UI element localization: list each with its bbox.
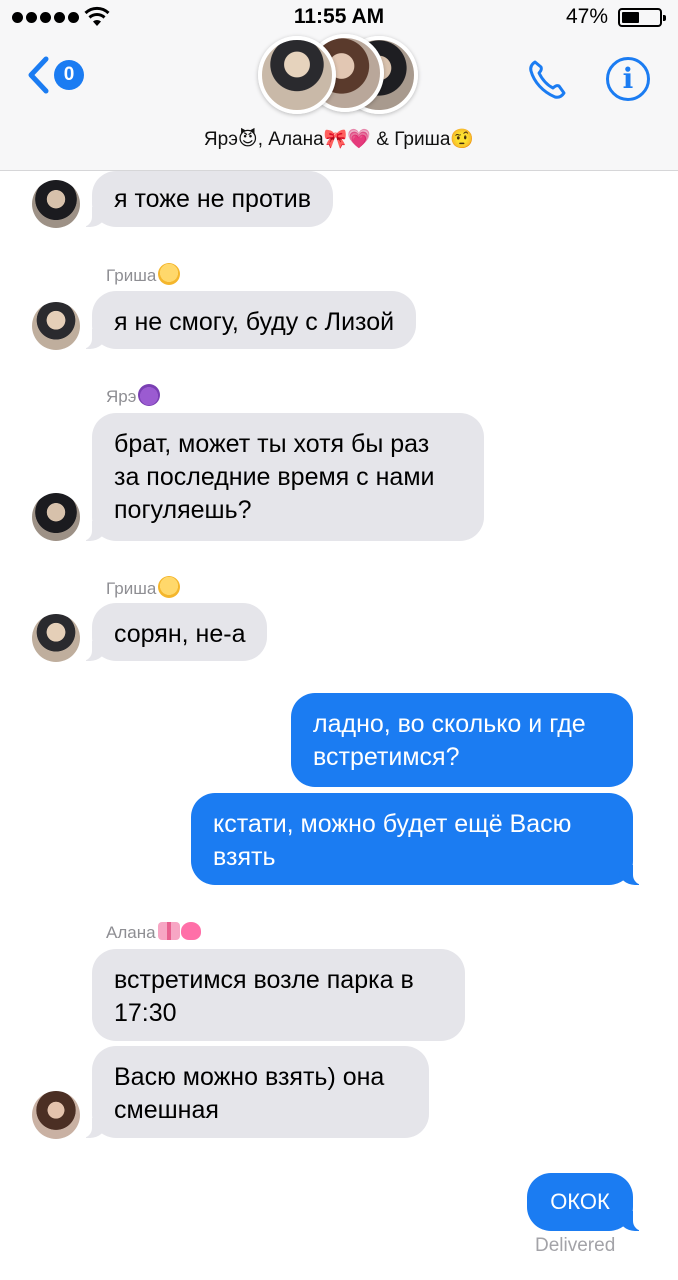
avatar[interactable]: [32, 302, 80, 350]
devil-face-emoji: [138, 384, 161, 406]
delivered-status: Delivered: [535, 1235, 616, 1256]
group-avatars[interactable]: [258, 34, 428, 118]
message-bubble-outgoing[interactable]: ОКОК: [527, 1173, 643, 1231]
message-bubble-incoming[interactable]: Васю можно взять) она смешная: [82, 1046, 429, 1138]
avatar[interactable]: [32, 493, 80, 541]
chevron-left-icon: [28, 56, 49, 94]
battery-percentage: 47%: [565, 5, 608, 28]
avatar[interactable]: [32, 614, 80, 662]
message-bubble-incoming[interactable]: брат, может ты хотя бы раз за последние …: [82, 413, 484, 541]
ribbon-bow-emoji: [157, 922, 180, 940]
phone-icon[interactable]: [526, 56, 578, 102]
avatar: [258, 36, 336, 114]
face-with-raised-eyebrow-emoji: [158, 263, 181, 285]
conversation-title[interactable]: Ярэ😈, Алана🎀💗 & Гриша🤨: [0, 127, 678, 151]
message-bubble-outgoing[interactable]: ладно, во сколько и где встретимся?: [291, 693, 633, 787]
avatar[interactable]: [32, 180, 80, 228]
face-with-raised-eyebrow-emoji: [158, 576, 181, 598]
back-button[interactable]: 0: [26, 56, 84, 94]
navigation-header: 11:55 AM 47% 0 i Ярэ😈, Алана🎀💗 & Гриша🤨: [0, 0, 678, 171]
battery-icon: [618, 8, 666, 27]
sender-name: Гриша: [106, 263, 181, 286]
message-bubble-incoming[interactable]: встретимся возле парка в 17:30: [92, 949, 465, 1041]
info-icon[interactable]: i: [606, 57, 650, 101]
sender-name: Гриша: [106, 576, 181, 599]
unread-count-badge: 0: [54, 60, 84, 90]
sender-name: Алана: [106, 922, 201, 943]
message-bubble-incoming[interactable]: сорян, не-а: [81, 603, 268, 661]
message-bubble-outgoing[interactable]: кстати, можно будет ещё Васю взять: [191, 793, 643, 885]
sender-name: Ярэ: [106, 384, 161, 407]
avatar[interactable]: [32, 1091, 80, 1139]
status-bar: 11:55 AM 47%: [0, 0, 678, 34]
pink-heart-emoji: [180, 922, 201, 940]
message-bubble-incoming[interactable]: я тоже не против: [82, 171, 333, 227]
message-bubble-incoming[interactable]: я не смогу, буду с Лизой: [81, 291, 417, 349]
